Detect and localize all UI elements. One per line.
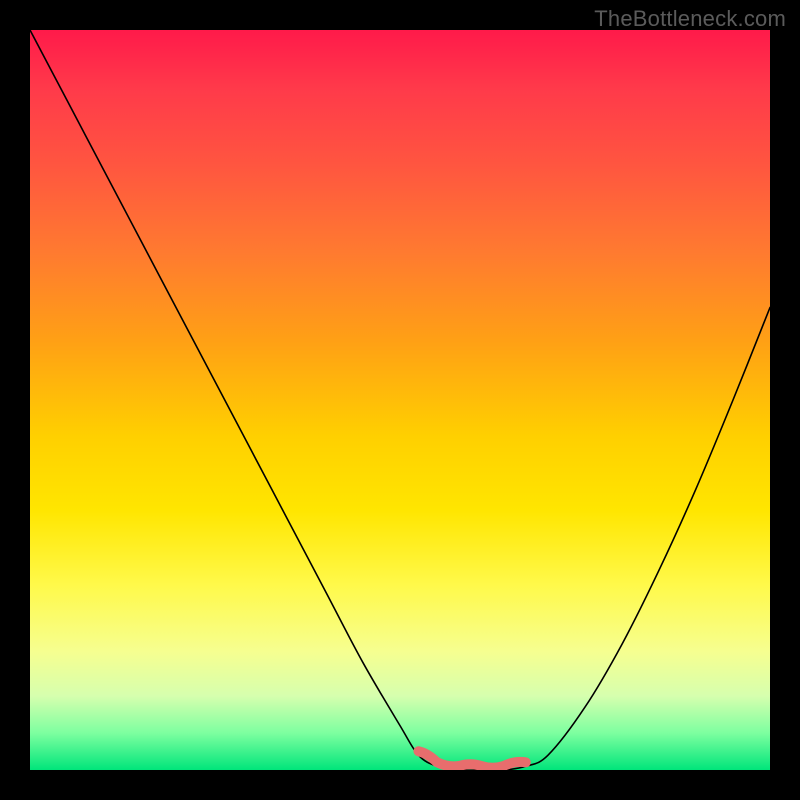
curve-layer	[30, 30, 770, 770]
bottleneck-curve	[30, 30, 770, 770]
chart-frame: TheBottleneck.com	[0, 0, 800, 800]
optimal-zone-marker	[419, 751, 526, 768]
plot-area	[30, 30, 770, 770]
watermark-text: TheBottleneck.com	[594, 6, 786, 32]
